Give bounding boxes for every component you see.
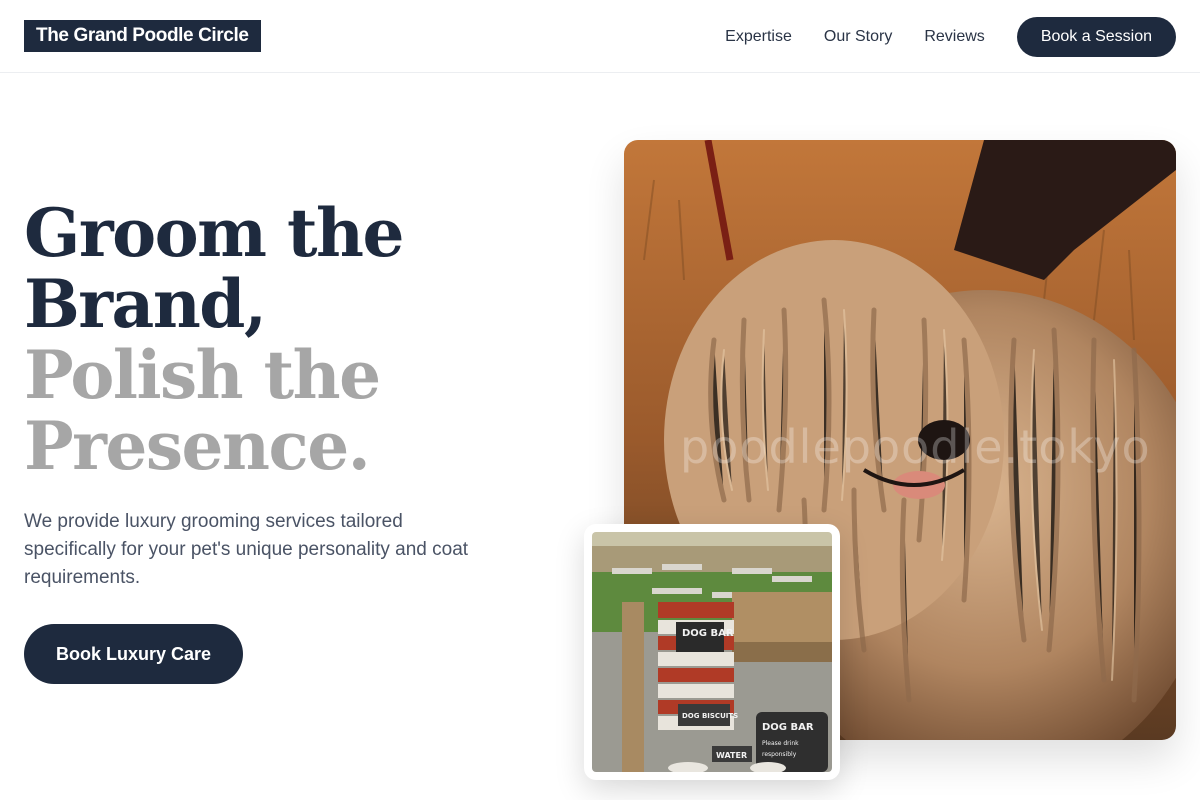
nav-link-reviews[interactable]: Reviews bbox=[924, 28, 984, 46]
nav-link-expertise[interactable]: Expertise bbox=[725, 28, 792, 46]
hero-title-line-1: Groom the bbox=[24, 194, 404, 272]
dog-biscuits-sign-text: DOG BISCUITS bbox=[682, 712, 739, 720]
site-logo[interactable]: The Grand Poodle Circle bbox=[24, 20, 261, 52]
book-luxury-care-button[interactable]: Book Luxury Care bbox=[24, 624, 243, 684]
hero-title-line-2: Brand, bbox=[24, 265, 267, 343]
hero-title-line-3: Polish the bbox=[24, 336, 381, 414]
nav-link-our-story[interactable]: Our Story bbox=[824, 28, 892, 46]
main-nav: Expertise Our Story Reviews Book a Sessi… bbox=[725, 0, 1176, 73]
hero-title: Groom the Brand, Polish the Presence. bbox=[24, 198, 544, 482]
water-sign-text: WATER bbox=[716, 751, 748, 760]
dog-bar-illustration bbox=[592, 532, 832, 772]
dog-bar-board-text: DOG BAR bbox=[762, 722, 814, 733]
hero-subtitle: We provide luxury grooming services tail… bbox=[24, 511, 469, 588]
dog-bar-photo: DOG BAR DOG BISCUITS DOG BAR Please drin… bbox=[592, 532, 832, 772]
drink-responsibly-text: Please drink responsibly bbox=[762, 740, 799, 758]
photo-watermark: poodlepoodle.tokyo bbox=[680, 420, 1151, 474]
site-header: The Grand Poodle Circle Expertise Our St… bbox=[0, 0, 1200, 73]
inset-photo-card: DOG BAR DOG BISCUITS DOG BAR Please drin… bbox=[584, 524, 840, 780]
book-session-button[interactable]: Book a Session bbox=[1016, 16, 1176, 57]
hero-title-line-4: Presence. bbox=[24, 407, 371, 485]
dog-bar-sign-text: DOG BAR bbox=[682, 628, 734, 639]
